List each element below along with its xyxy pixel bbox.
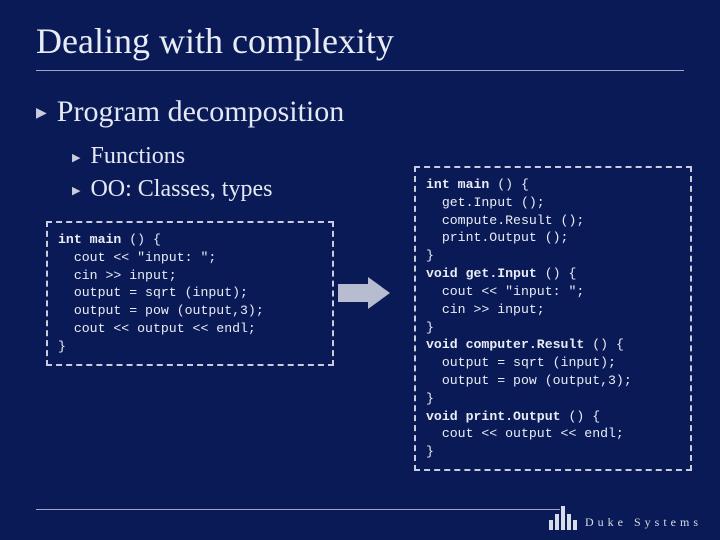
code: output = sqrt (input); xyxy=(58,285,248,300)
code: cin >> input; xyxy=(58,268,177,283)
code: () { xyxy=(584,337,624,352)
bullet-text: Functions xyxy=(90,143,185,170)
fn-name: main xyxy=(458,177,490,192)
code: output = pow (output,3); xyxy=(426,373,632,388)
code: output = pow (output,3); xyxy=(58,303,264,318)
code: () { xyxy=(537,266,577,281)
code: () { xyxy=(561,409,601,424)
bullet-icon: ▶ xyxy=(36,105,47,122)
code: () { xyxy=(489,177,529,192)
kw: int xyxy=(426,177,458,192)
code-after: int main () { get.Input (); compute.Resu… xyxy=(414,166,692,471)
code: } xyxy=(426,391,434,406)
bullet-text: OO: Classes, types xyxy=(90,176,272,203)
fn-name: computer.Result xyxy=(466,337,585,352)
brand-part: Duke xyxy=(585,515,627,529)
bullet-icon: ▶ xyxy=(72,184,80,197)
arrow-wrap xyxy=(334,277,396,309)
kw: void xyxy=(426,337,466,352)
kw: int xyxy=(58,232,90,247)
code: cout << "input: "; xyxy=(426,284,584,299)
bullet-level1: ▶ Program decomposition xyxy=(36,95,684,129)
code: } xyxy=(426,320,434,335)
bullet-text: Program decomposition xyxy=(57,95,344,129)
kw: void xyxy=(426,409,466,424)
code: cout << output << endl; xyxy=(426,426,624,441)
slide-title: Dealing with complexity xyxy=(36,20,684,71)
code: } xyxy=(58,339,66,354)
kw: void xyxy=(426,266,466,281)
fn-name: print.Output xyxy=(466,409,561,424)
code: cout << "input: "; xyxy=(58,250,216,265)
code: () { xyxy=(121,232,161,247)
code: cin >> input; xyxy=(426,302,545,317)
footer-divider xyxy=(36,509,560,510)
brand-part: Systems xyxy=(634,515,702,529)
footer: Duke Systems xyxy=(549,506,702,530)
code: get.Input (); xyxy=(426,195,545,210)
code: cout << output << endl; xyxy=(58,321,256,336)
code: } xyxy=(426,444,434,459)
fn-name: get.Input xyxy=(466,266,537,281)
code: } xyxy=(426,248,434,263)
fn-name: main xyxy=(90,232,122,247)
code: print.Output (); xyxy=(426,230,568,245)
duke-chapel-icon xyxy=(549,506,577,530)
code: output = sqrt (input); xyxy=(426,355,616,370)
code-before: int main () { cout << "input: "; cin >> … xyxy=(46,221,334,366)
code-after-col: int main () { get.Input (); compute.Resu… xyxy=(410,166,692,471)
footer-brand: Duke Systems xyxy=(585,515,702,530)
bullet-icon: ▶ xyxy=(72,151,80,164)
code: compute.Result (); xyxy=(426,213,584,228)
arrow-right-icon xyxy=(338,277,392,309)
